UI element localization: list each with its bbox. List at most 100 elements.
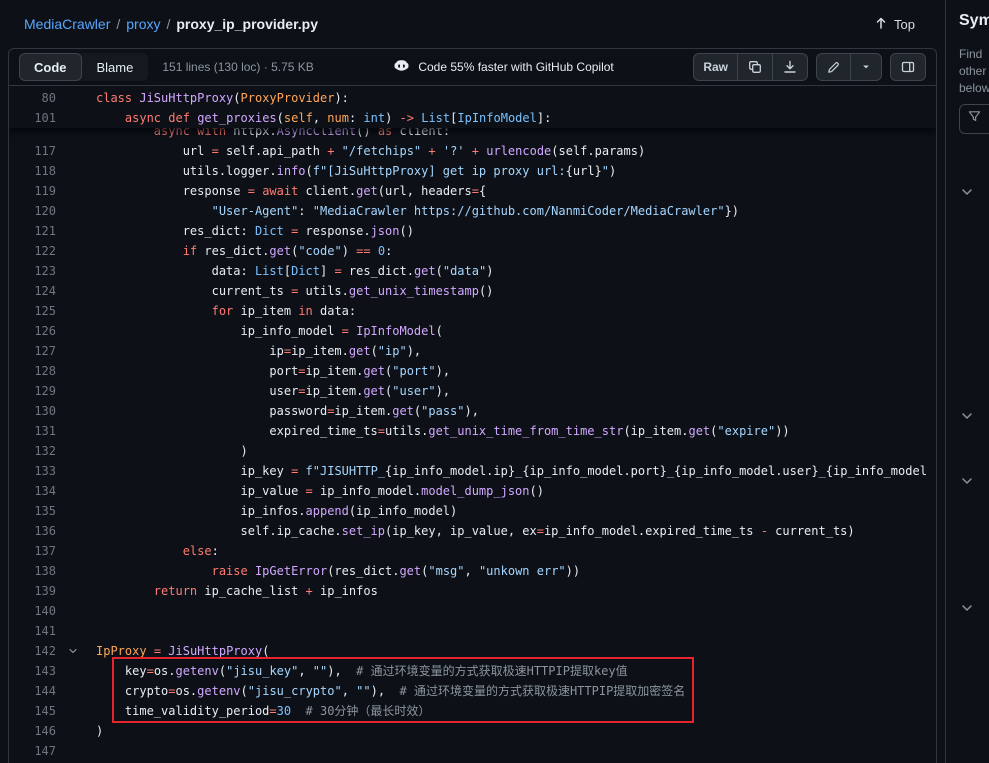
code-line-text — [56, 621, 96, 641]
line-number[interactable]: 122 — [9, 241, 56, 261]
line-number[interactable]: 125 — [9, 301, 56, 321]
file-toolbar: Code Blame 151 lines (130 loc) · 5.75 KB… — [8, 48, 937, 86]
code-line-text: current_ts = utils.get_unix_timestamp() — [56, 281, 493, 301]
pencil-icon — [826, 60, 841, 75]
line-number[interactable]: 80 — [9, 88, 56, 108]
line-number[interactable]: 138 — [9, 561, 56, 581]
line-number[interactable]: 101 — [9, 108, 56, 128]
code-line-text: self.ip_cache.set_ip(ip_key, ip_value, e… — [56, 521, 855, 541]
code-line-text: IpProxy = JiSuHttpProxy( — [56, 641, 269, 661]
code-line: 134 ip_value = ip_info_model.model_dump_… — [9, 481, 936, 501]
line-number[interactable]: 140 — [9, 601, 56, 621]
symbols-filter-input[interactable] — [959, 104, 989, 134]
code-line-text: raise IpGetError(res_dict.get("msg", "un… — [56, 561, 580, 581]
scroll-to-top-button[interactable]: Top — [873, 15, 915, 34]
edit-dropdown-button[interactable] — [850, 53, 882, 81]
line-number[interactable]: 137 — [9, 541, 56, 561]
code-line-text: return ip_cache_list + ip_infos — [56, 581, 378, 601]
symbol-collapse-chevron-icon[interactable] — [959, 600, 975, 616]
breadcrumb-repo-link[interactable]: MediaCrawler — [24, 16, 110, 32]
collapse-chevron-icon[interactable] — [67, 643, 79, 663]
panel-toggle-button[interactable] — [890, 53, 926, 81]
code-line-text: ip=ip_item.get("ip"), — [56, 341, 421, 361]
line-number[interactable]: 135 — [9, 501, 56, 521]
line-number[interactable]: 128 — [9, 361, 56, 381]
code-line-text: async def get_proxies(self, num: int) ->… — [56, 108, 551, 128]
code-line: 138 raise IpGetError(res_dict.get("msg",… — [9, 561, 936, 581]
code-line: 145 time_validity_period=30 # 30分钟（最长时效） — [9, 701, 936, 721]
edit-group — [816, 53, 882, 81]
copilot-icon — [393, 57, 410, 77]
line-number[interactable]: 146 — [9, 721, 56, 741]
line-number[interactable]: 132 — [9, 441, 56, 461]
code-line: 133 ip_key = f"JISUHTTP_{ip_info_model.i… — [9, 461, 936, 481]
scroll-to-top-label: Top — [894, 17, 915, 32]
copilot-badge[interactable]: Code 55% faster with GitHub Copilot — [393, 57, 613, 77]
code-line-text: for ip_item in data: — [56, 301, 356, 321]
arrow-up-icon — [873, 15, 889, 34]
breadcrumb-folder-link[interactable]: proxy — [126, 16, 160, 32]
breadcrumb-file-name: proxy_ip_provider.py — [176, 16, 318, 32]
line-number[interactable]: 130 — [9, 401, 56, 421]
symbol-collapse-chevron-icon[interactable] — [959, 184, 975, 200]
line-number[interactable]: 141 — [9, 621, 56, 641]
code-line: 120 "User-Agent": "MediaCrawler https://… — [9, 201, 936, 221]
code-line: 121 res_dict: Dict = response.json() — [9, 221, 936, 241]
copy-button[interactable] — [737, 53, 773, 81]
breadcrumb-bar: MediaCrawler / proxy / proxy_ip_provider… — [0, 0, 945, 48]
line-number[interactable]: 142 — [9, 641, 56, 661]
line-number[interactable]: 120 — [9, 201, 56, 221]
code-line-text: crypto=os.getenv("jisu_crypto", ""), # 通… — [56, 681, 685, 701]
raw-button[interactable]: Raw — [693, 53, 738, 81]
symbol-collapse-chevron-icon[interactable] — [959, 408, 975, 424]
line-number[interactable]: 144 — [9, 681, 56, 701]
line-number[interactable]: 136 — [9, 521, 56, 541]
symbol-collapse-chevron-icon[interactable] — [959, 473, 975, 489]
code-line: 130 password=ip_item.get("pass"), — [9, 401, 936, 421]
code-line: 126 ip_info_model = IpInfoModel( — [9, 321, 936, 341]
line-number[interactable]: 133 — [9, 461, 56, 481]
code-line-text: port=ip_item.get("port"), — [56, 361, 450, 381]
line-number[interactable]: 118 — [9, 161, 56, 181]
line-number[interactable]: 126 — [9, 321, 56, 341]
line-number[interactable]: 145 — [9, 701, 56, 721]
line-number[interactable]: 139 — [9, 581, 56, 601]
code-line: 139 return ip_cache_list + ip_infos — [9, 581, 936, 601]
sticky-context-lines: 80class JiSuHttpProxy(ProxyProvider):101… — [9, 86, 936, 128]
code-line-text — [56, 601, 96, 621]
code-line-text: data: List[Dict] = res_dict.get("data") — [56, 261, 493, 281]
line-number[interactable]: 143 — [9, 661, 56, 681]
download-button[interactable] — [772, 53, 808, 81]
code-line-text: ip_key = f"JISUHTTP_{ip_info_model.ip}_{… — [56, 461, 927, 481]
code-line-text: else: — [56, 541, 219, 561]
code-line-text: ip_info_model = IpInfoModel( — [56, 321, 443, 341]
code-line-text: expired_time_ts=utils.get_unix_time_from… — [56, 421, 790, 441]
line-number[interactable]: 117 — [9, 141, 56, 161]
code-line: 140 — [9, 601, 936, 621]
line-number[interactable]: 121 — [9, 221, 56, 241]
code-line: 125 for ip_item in data: — [9, 301, 936, 321]
code-line: 137 else: — [9, 541, 936, 561]
code-line-text: ip_value = ip_info_model.model_dump_json… — [56, 481, 544, 501]
line-number[interactable]: 134 — [9, 481, 56, 501]
line-number[interactable]: 124 — [9, 281, 56, 301]
breadcrumb-separator: / — [166, 16, 170, 32]
line-number[interactable]: 123 — [9, 261, 56, 281]
tab-code[interactable]: Code — [19, 53, 82, 81]
chevron-down-icon — [860, 61, 872, 73]
line-number[interactable]: 129 — [9, 381, 56, 401]
code-line: 124 current_ts = utils.get_unix_timestam… — [9, 281, 936, 301]
line-number[interactable]: 119 — [9, 181, 56, 201]
line-number[interactable]: 147 — [9, 741, 56, 761]
code-line: 143 key=os.getenv("jisu_key", ""), # 通过环… — [9, 661, 936, 681]
edit-button[interactable] — [816, 53, 851, 81]
tab-blame[interactable]: Blame — [82, 53, 149, 81]
code-line: 101 async def get_proxies(self, num: int… — [9, 108, 936, 128]
line-number[interactable]: 127 — [9, 341, 56, 361]
code-line-text: url = self.api_path + "/fetchips" + '?' … — [56, 141, 645, 161]
code-line: 123 data: List[Dict] = res_dict.get("dat… — [9, 261, 936, 281]
code-line-text — [56, 741, 96, 761]
symbols-panel: Sym Find other below — [945, 0, 989, 763]
code-line: 144 crypto=os.getenv("jisu_crypto", ""),… — [9, 681, 936, 701]
line-number[interactable]: 131 — [9, 421, 56, 441]
